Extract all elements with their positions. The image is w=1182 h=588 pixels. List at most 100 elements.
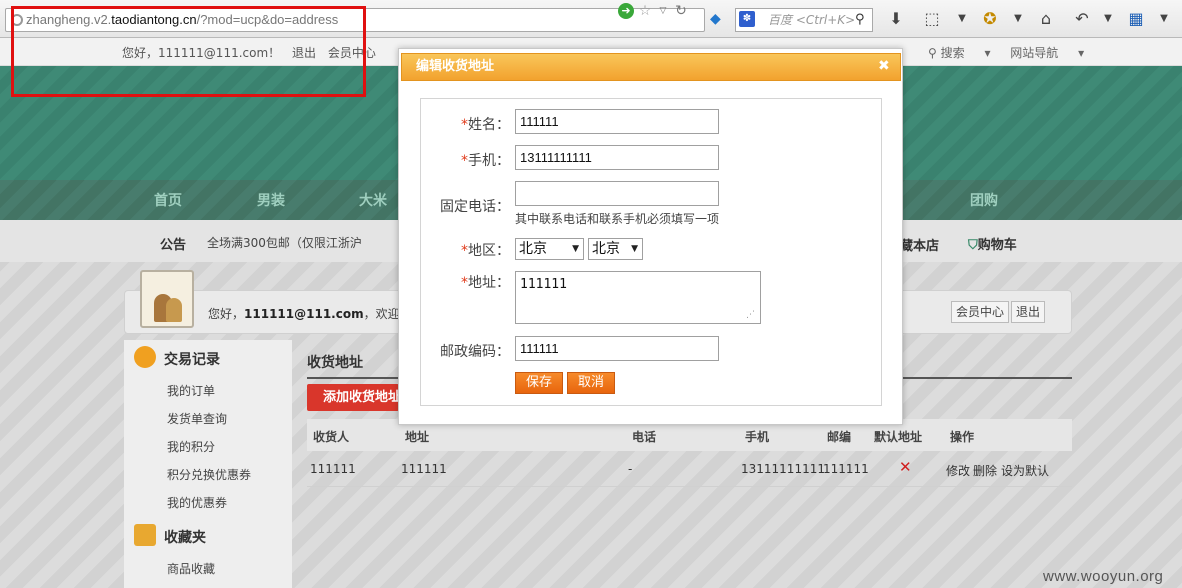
back-dropdown-icon[interactable]: ▼ xyxy=(1098,9,1118,29)
edit-link[interactable]: 修改 xyxy=(946,462,970,479)
home-icon[interactable]: ⌂ xyxy=(1036,9,1056,29)
sidebar-section-transactions: 交易记录 xyxy=(164,352,220,368)
download-icon[interactable]: ⬇ xyxy=(886,9,906,29)
history-dropdown-icon[interactable]: ▽ xyxy=(655,3,671,19)
mobile-label: *手机： xyxy=(414,150,510,170)
nav-home[interactable]: 首页 xyxy=(154,190,182,210)
phone-hint: 其中联系电话和联系手机必须填写一项 xyxy=(515,212,720,226)
sidebar-item-coupons[interactable]: 我的优惠券 xyxy=(167,494,227,511)
city-value: 北京 xyxy=(592,241,620,257)
zip-label: 邮政编码： xyxy=(440,344,510,360)
region-label-text: 地区： xyxy=(468,243,510,259)
add-address-button[interactable]: 添加收货地址 xyxy=(307,384,399,411)
address-label-text: 地址： xyxy=(468,275,510,291)
notice-label: 公告 xyxy=(160,238,187,253)
col-address: 地址 xyxy=(405,430,430,444)
avatar xyxy=(140,270,194,328)
col-zip: 邮编 xyxy=(827,430,852,444)
zip-field[interactable]: 111111 xyxy=(515,336,719,361)
search-icon[interactable]: ⚲ xyxy=(855,12,865,27)
required-mark: * xyxy=(461,243,468,259)
cell-address: 111111 xyxy=(401,462,447,476)
cart-label: 购物车 xyxy=(977,238,1017,253)
page-title: 收货地址 xyxy=(307,355,363,371)
close-icon[interactable]: ✖ xyxy=(878,58,890,74)
highlight-box xyxy=(11,6,366,97)
cell-mobile: 13111111111 xyxy=(741,462,825,476)
name-label: *姓名： xyxy=(414,114,510,134)
address-textarea[interactable]: 111111 xyxy=(515,271,761,324)
sidebar-item-points[interactable]: 我的积分 xyxy=(167,438,215,455)
screenshot-icon[interactable]: ⬚ xyxy=(922,9,942,29)
dialog-title: 编辑收货地址 xyxy=(401,53,901,81)
city-select[interactable]: 北京 ▼ xyxy=(588,238,643,260)
name-field[interactable]: 111111 xyxy=(515,109,719,134)
tel-field[interactable] xyxy=(515,181,719,206)
logout-button[interactable]: 退出 xyxy=(1011,301,1046,323)
sidebar-item-points-exchange[interactable]: 积分兑换优惠券 xyxy=(167,466,251,483)
addon-icon[interactable]: ✪ xyxy=(980,9,1000,29)
chevron-down-icon: ▼ xyxy=(572,244,579,254)
sidebar xyxy=(124,340,292,588)
chevron-down-icon: ▼ xyxy=(631,244,638,254)
welcome-email: 111111@111.com xyxy=(244,307,364,321)
set-default-link[interactable]: 设为默认 xyxy=(1001,462,1049,479)
favorite-store-link[interactable]: 藏本店 xyxy=(900,235,939,254)
resize-grip-icon[interactable]: ⋰ xyxy=(746,310,755,320)
cart-icon: ⛉ xyxy=(968,238,978,253)
cart-link[interactable]: ⛉购物车 xyxy=(968,234,1017,253)
required-mark: * xyxy=(461,153,468,169)
nav-group-buy[interactable]: 团购 xyxy=(970,190,998,210)
topbar-right-links: ⚲ 搜索 ▾ 网站导航 ▾ xyxy=(928,44,1100,61)
mobile-field[interactable]: 13111111111 xyxy=(515,145,719,170)
apps-dropdown-icon[interactable]: ▼ xyxy=(1154,9,1174,29)
fish-icon[interactable]: ◆ xyxy=(710,11,721,27)
table-row-divider xyxy=(307,486,1072,487)
col-actions: 操作 xyxy=(950,430,975,444)
cell-zip: 111111 xyxy=(823,462,869,476)
mobile-label-text: 手机： xyxy=(468,153,510,169)
sidebar-section-favorites: 收藏夹 xyxy=(164,530,206,546)
transactions-icon xyxy=(134,346,156,368)
sidebar-item-product-favorites[interactable]: 商品收藏 xyxy=(167,560,215,577)
member-center-button[interactable]: 会员中心 xyxy=(951,301,1010,323)
welcome-hello: 您好， xyxy=(208,307,245,321)
favorites-folder-icon xyxy=(134,524,156,546)
cell-receiver: 111111 xyxy=(310,462,356,476)
cancel-button[interactable]: 取消 xyxy=(567,372,615,394)
nav-big[interactable]: 大米 xyxy=(359,190,387,210)
apps-icon[interactable]: ▦ xyxy=(1126,9,1146,29)
back-icon[interactable]: ↶ xyxy=(1072,9,1092,29)
col-phone: 电话 xyxy=(632,430,657,444)
sidebar-item-orders[interactable]: 我的订单 xyxy=(167,382,215,399)
user-welcome: 您好，111111@111.com，欢迎光 xyxy=(208,305,412,322)
region-label: *地区： xyxy=(414,240,510,260)
delete-link[interactable]: 删除 xyxy=(973,462,997,479)
col-receiver: 收货人 xyxy=(313,430,350,444)
bookmark-star-icon[interactable]: ☆ xyxy=(637,3,653,19)
col-default: 默认地址 xyxy=(874,430,923,444)
name-label-text: 姓名： xyxy=(468,117,510,133)
save-button[interactable]: 保存 xyxy=(515,372,563,394)
tel-label: 固定电话： xyxy=(440,199,510,215)
reload-icon[interactable]: ↻ xyxy=(673,3,689,19)
col-mobile: 手机 xyxy=(745,430,770,444)
notice-text[interactable]: 全场满300包邮（仅限江浙沪 xyxy=(207,234,362,251)
addon-dropdown-icon[interactable]: ▼ xyxy=(1008,9,1028,29)
search-menu[interactable]: ⚲ 搜索 ▾ xyxy=(928,46,990,60)
sidebar-item-shipment-query[interactable]: 发货单查询 xyxy=(167,410,227,427)
watermark: www.wooyun.org xyxy=(1043,568,1164,585)
not-default-x-icon: ✕ xyxy=(899,458,912,476)
address-label: *地址： xyxy=(414,272,510,292)
nav-menswear[interactable]: 男装 xyxy=(257,190,285,210)
search-engine-input[interactable]: 百度 <Ctrl+K> xyxy=(735,8,873,32)
required-mark: * xyxy=(461,275,468,291)
baidu-paw-icon[interactable]: ✽ xyxy=(739,11,755,27)
cell-phone: - xyxy=(628,462,633,476)
province-select[interactable]: 北京 ▼ xyxy=(515,238,584,260)
required-mark: * xyxy=(461,117,468,133)
site-nav-menu[interactable]: 网站导航 ▾ xyxy=(1010,46,1084,60)
site-nav-label: 网站导航 xyxy=(1010,46,1059,60)
screenshot-dropdown-icon[interactable]: ▼ xyxy=(952,9,972,29)
go-arrow-icon[interactable]: ➜ xyxy=(618,3,634,19)
